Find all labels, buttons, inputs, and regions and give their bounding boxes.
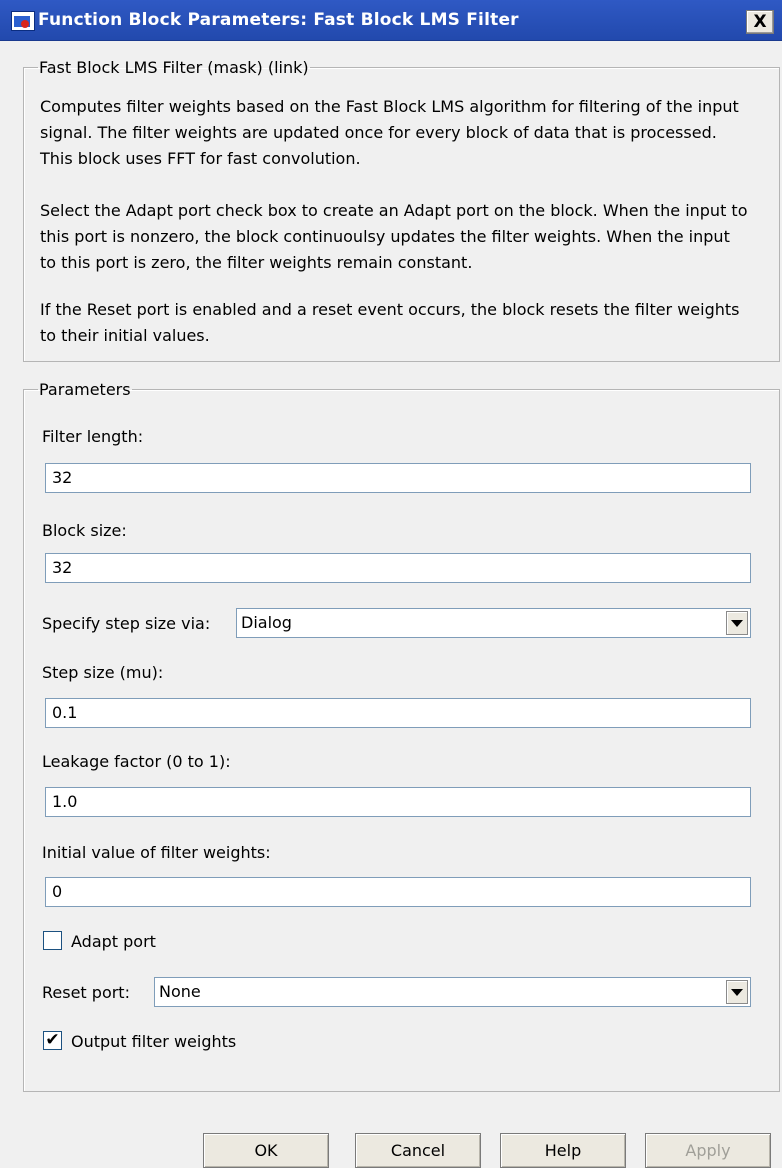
description-paragraph: Computes filter weights based on the Fas… [40,97,739,168]
apply-button: Apply [645,1133,771,1168]
step-size-via-select[interactable]: Dialog [236,608,751,638]
dropdown-arrow-icon[interactable] [726,980,748,1004]
cancel-button[interactable]: Cancel [355,1133,481,1168]
close-button[interactable]: X [746,10,774,34]
simulink-app-icon [11,11,35,31]
initial-weights-label: Initial value of filter weights: [42,843,271,862]
leakage-factor-input[interactable]: 1.0 [45,787,751,817]
adapt-port-checkbox[interactable] [43,931,62,950]
close-icon: X [753,12,767,32]
description-group-legend: Fast Block LMS Filter (mask) (link) [39,58,309,77]
leakage-factor-label: Leakage factor (0 to 1): [42,752,231,771]
step-size-label: Step size (mu): [42,663,164,682]
help-button[interactable]: Help [500,1133,626,1168]
description-paragraph: If the Reset port is enabled and a reset… [40,300,740,345]
initial-weights-input[interactable]: 0 [45,877,751,907]
step-size-via-label: Specify step size via: [42,614,211,633]
step-size-via-value: Dialog [241,613,292,632]
dropdown-arrow-icon[interactable] [726,611,748,635]
ok-button[interactable]: OK [203,1133,329,1168]
reset-port-value: None [159,982,201,1001]
output-weights-checkbox[interactable]: ✔ [43,1031,62,1050]
window-title: Function Block Parameters: Fast Block LM… [38,10,519,30]
filter-length-input[interactable]: 32 [45,463,751,493]
block-size-input[interactable]: 32 [45,553,751,583]
adapt-port-label[interactable]: Adapt port [71,932,156,952]
parameters-group-legend: Parameters [39,380,131,399]
step-size-input[interactable]: 0.1 [45,698,751,728]
reset-port-select[interactable]: None [154,977,751,1007]
block-size-label: Block size: [42,521,127,540]
reset-port-label: Reset port: [42,983,130,1002]
description-paragraph: Select the Adapt port check box to creat… [40,201,748,272]
checkmark-icon: ✔ [45,1030,60,1050]
output-weights-label[interactable]: Output filter weights [71,1032,236,1052]
filter-length-label: Filter length: [42,427,144,446]
title-bar[interactable]: Function Block Parameters: Fast Block LM… [0,0,782,41]
